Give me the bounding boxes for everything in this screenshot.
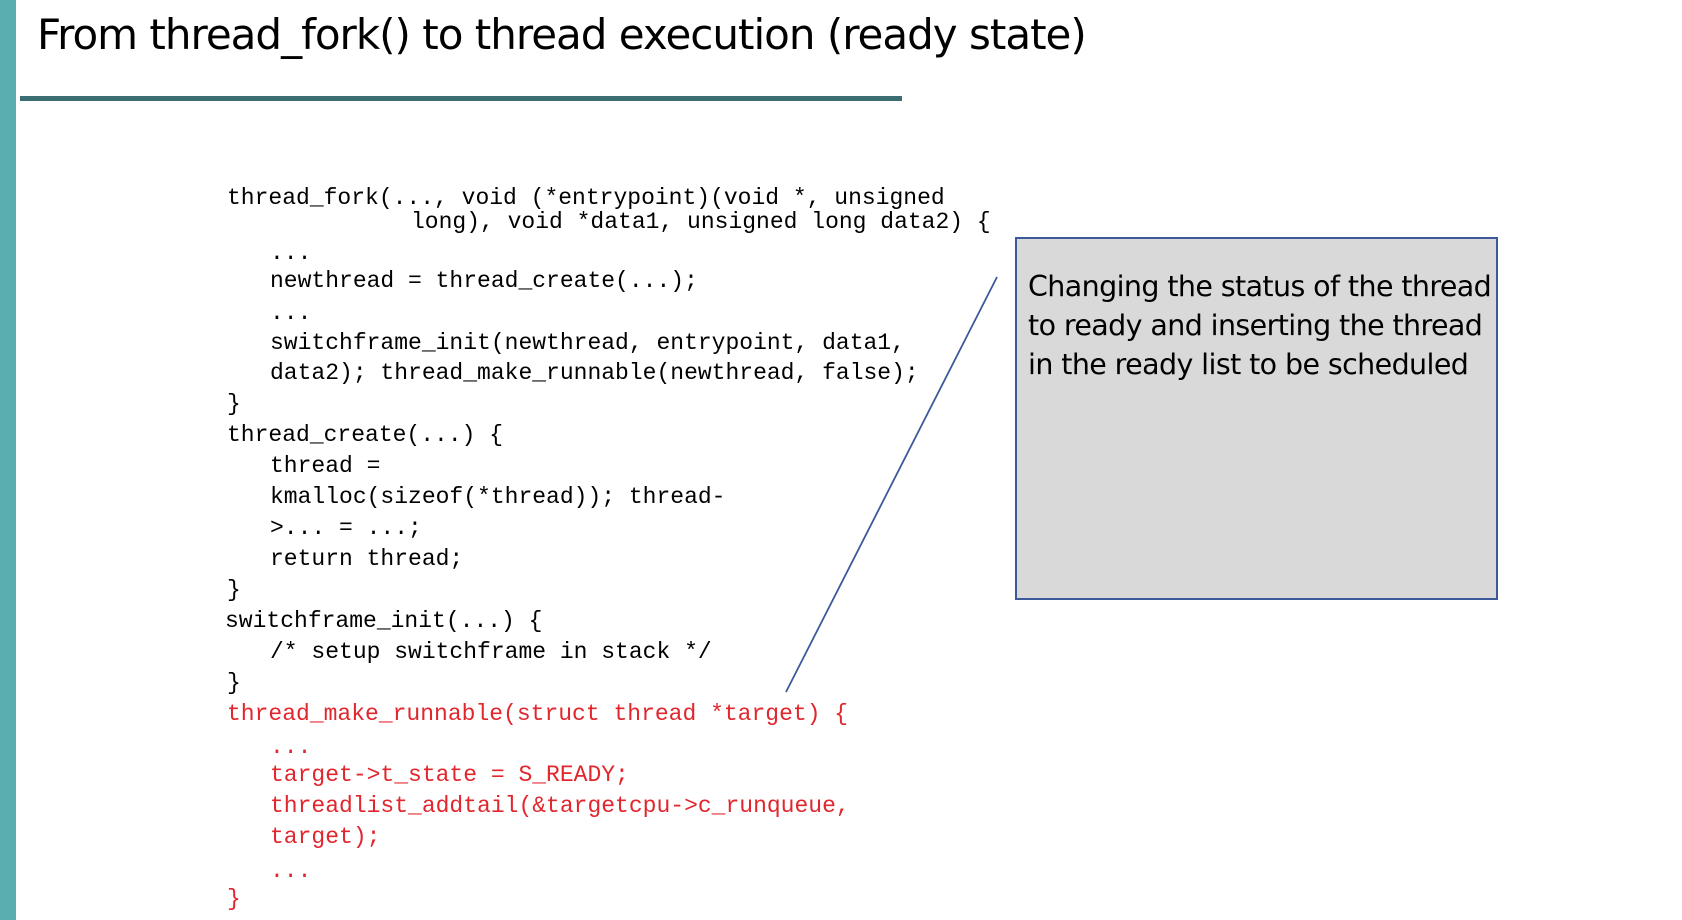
code-line-highlight: target->t_state = S_READY; bbox=[270, 762, 629, 788]
code-line: return thread; bbox=[270, 546, 464, 572]
code-line: thread = bbox=[270, 453, 381, 479]
code-line: thread_create(...) { bbox=[227, 422, 504, 448]
code-line: ... bbox=[270, 300, 312, 326]
code-line: thread_fork(..., void (*entrypoint)(void… bbox=[227, 185, 945, 211]
slide-title: From thread_fork() to thread execution (… bbox=[37, 10, 1087, 59]
code-line: } bbox=[227, 577, 241, 603]
code-line: long), void *data1, unsigned long data2)… bbox=[411, 209, 991, 235]
code-line-highlight: } bbox=[227, 886, 241, 912]
code-line-highlight: threadlist_addtail(&targetcpu->c_runqueu… bbox=[270, 793, 850, 819]
code-line: } bbox=[227, 670, 241, 696]
title-underline bbox=[20, 96, 902, 101]
code-line-highlight: ... bbox=[270, 734, 312, 760]
code-line-highlight: thread_make_runnable(struct thread *targ… bbox=[227, 701, 849, 727]
callout-line: Changing the status of the thread bbox=[1028, 270, 1492, 303]
code-line: switchframe_init(...) { bbox=[225, 608, 543, 634]
code-line: /* setup switchframe in stack */ bbox=[270, 639, 712, 665]
callout-box: Changing the status of the thread to rea… bbox=[1015, 237, 1498, 600]
code-line: newthread = thread_create(...); bbox=[270, 268, 698, 294]
code-listing: thread_fork(..., void (*entrypoint)(void… bbox=[0, 0, 991, 912]
code-line-highlight: target); bbox=[270, 824, 381, 850]
code-line: kmalloc(sizeof(*thread)); thread- bbox=[270, 484, 726, 510]
code-line: } bbox=[227, 391, 241, 417]
code-line: ... bbox=[270, 240, 312, 266]
code-line-highlight: ... bbox=[270, 858, 312, 884]
code-line: >... = ...; bbox=[270, 515, 422, 541]
code-line: data2); thread_make_runnable(newthread, … bbox=[270, 360, 919, 386]
callout-line: in the ready list to be scheduled bbox=[1028, 348, 1469, 381]
callout-line: to ready and inserting the thread bbox=[1028, 309, 1483, 342]
callout-text: Changing the status of the thread to rea… bbox=[1028, 267, 1498, 384]
code-line: switchframe_init(newthread, entrypoint, … bbox=[270, 330, 905, 356]
